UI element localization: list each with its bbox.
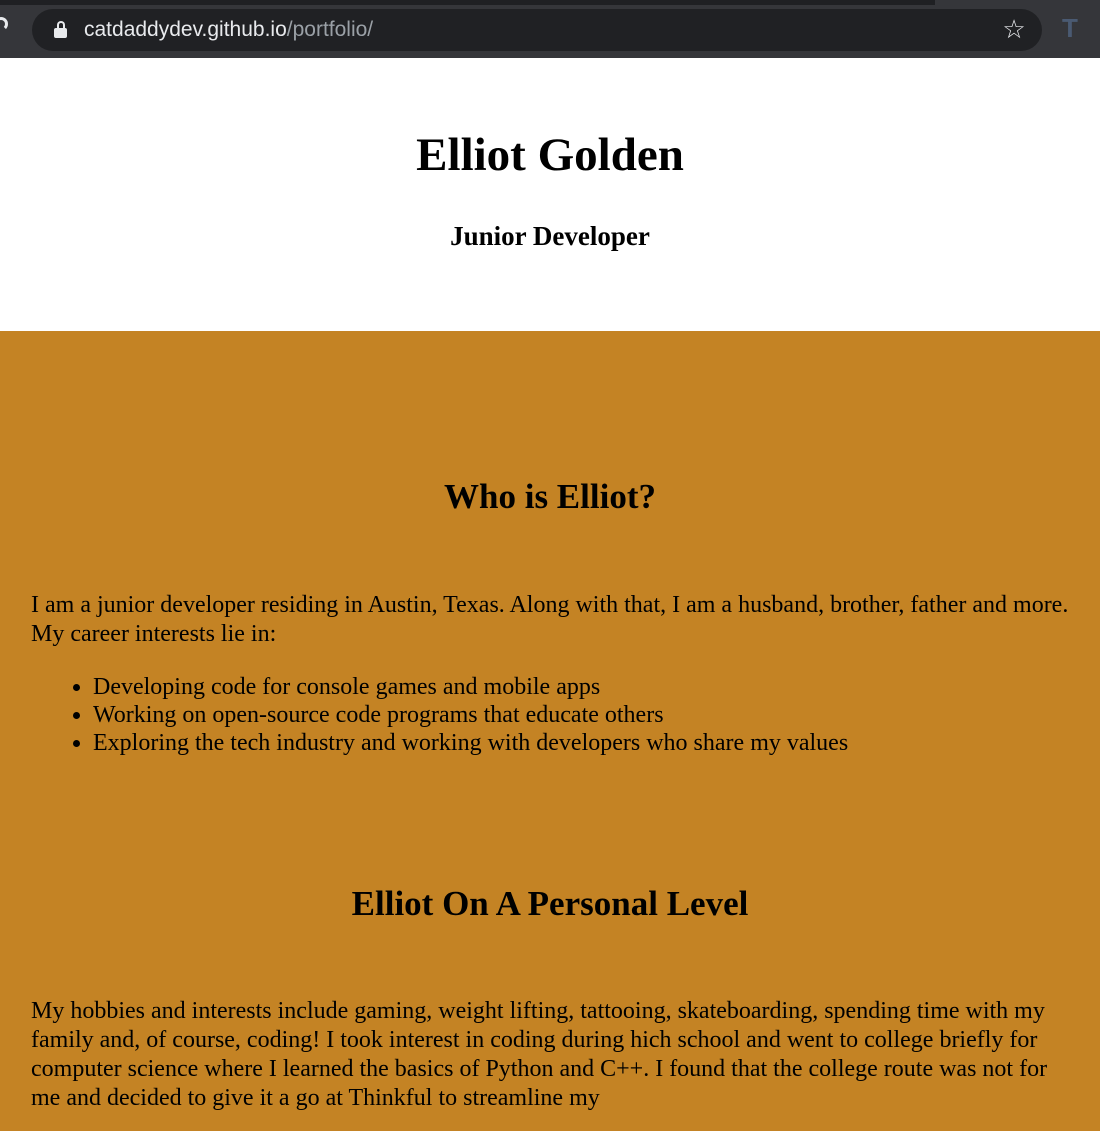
reload-icon[interactable]	[0, 17, 8, 31]
url-path: /portfolio/	[286, 18, 374, 41]
page-title: Elliot Golden	[416, 129, 684, 181]
extension-icon[interactable]: T	[1062, 14, 1090, 42]
url-host: catdaddydev.github.io	[84, 18, 287, 41]
url-text[interactable]: catdaddydev.github.io/portfolio/	[84, 9, 373, 51]
job-title: Junior Developer	[450, 221, 650, 251]
about-title: Who is Elliot?	[444, 477, 656, 516]
browser-toolbar: catdaddydev.github.io/portfolio/ ☆ T	[0, 0, 1100, 58]
list-item: Exploring the tech industry and working …	[93, 729, 1100, 757]
page-content: Elliot Golden Junior Developer Who is El…	[0, 58, 1100, 1131]
personal-text: My hobbies and interests include gaming,…	[31, 998, 1048, 1111]
about-intro: I am a junior developer residing in Aust…	[31, 592, 1069, 647]
personal-title: Elliot On A Personal Level	[351, 884, 749, 923]
address-bar[interactable]: catdaddydev.github.io/portfolio/ ☆	[32, 9, 1042, 51]
site-header: Elliot Golden Junior Developer	[0, 58, 1100, 331]
lock-icon[interactable]	[54, 21, 68, 39]
list-item: Working on open-source code programs tha…	[93, 701, 1100, 729]
bookmark-star-icon[interactable]: ☆	[1000, 16, 1028, 44]
interests-list: Developing code for console games and mo…	[31, 673, 1100, 757]
tab-strip-edge	[0, 0, 935, 5]
list-item: Developing code for console games and mo…	[93, 673, 1100, 701]
